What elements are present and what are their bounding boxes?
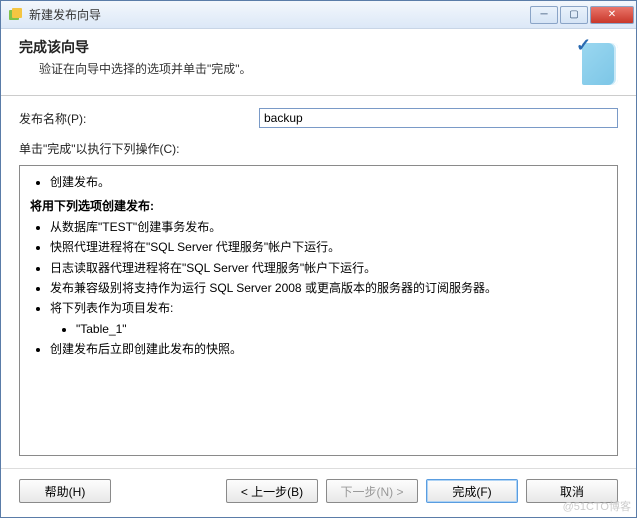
wizard-footer: 帮助(H) < 上一步(B) 下一步(N) > 完成(F) 取消 (1, 468, 636, 517)
maximize-button[interactable]: ▢ (560, 6, 588, 24)
summary-item: 发布兼容级别将支持作为运行 SQL Server 2008 或更高版本的服务器的… (50, 278, 613, 298)
wizard-window: 新建发布向导 ─ ▢ ✕ 完成该向导 验证在向导中选择的选项并单击"完成"。 ✓… (0, 0, 637, 518)
app-icon (7, 7, 23, 23)
actions-label: 单击"完成"以执行下列操作(C): (19, 140, 618, 157)
cancel-button[interactable]: 取消 (526, 479, 618, 503)
page-title: 完成该向导 (19, 37, 570, 57)
wizard-body: 发布名称(P): 单击"完成"以执行下列操作(C): 创建发布。 将用下列选项创… (1, 96, 636, 468)
summary-item: 创建发布后立即创建此发布的快照。 (50, 339, 613, 359)
wizard-complete-icon: ✓ (570, 37, 618, 85)
finish-button[interactable]: 完成(F) (426, 479, 518, 503)
summary-item: 日志读取器代理进程将在"SQL Server 代理服务"帐户下运行。 (50, 258, 613, 278)
summary-box: 创建发布。 将用下列选项创建发布: 从数据库"TEST"创建事务发布。 快照代理… (19, 165, 618, 456)
help-button[interactable]: 帮助(H) (19, 479, 111, 503)
summary-item: 从数据库"TEST"创建事务发布。 (50, 217, 613, 237)
summary-subitem: "Table_1" (76, 319, 613, 339)
summary-item: 快照代理进程将在"SQL Server 代理服务"帐户下运行。 (50, 237, 613, 257)
page-subtitle: 验证在向导中选择的选项并单击"完成"。 (39, 60, 570, 77)
publication-name-label: 发布名称(P): (19, 110, 259, 127)
back-button[interactable]: < 上一步(B) (226, 479, 318, 503)
window-title: 新建发布向导 (29, 6, 530, 23)
next-button: 下一步(N) > (326, 479, 418, 503)
window-controls: ─ ▢ ✕ (530, 6, 634, 24)
wizard-header: 完成该向导 验证在向导中选择的选项并单击"完成"。 ✓ (1, 29, 636, 96)
titlebar: 新建发布向导 ─ ▢ ✕ (1, 1, 636, 29)
minimize-button[interactable]: ─ (530, 6, 558, 24)
summary-item: 将下列表作为项目发布: "Table_1" (50, 298, 613, 339)
close-button[interactable]: ✕ (590, 6, 634, 24)
publication-name-input[interactable] (259, 108, 618, 128)
summary-item: 创建发布。 (50, 172, 613, 192)
summary-section-title: 将用下列选项创建发布: (30, 196, 613, 216)
